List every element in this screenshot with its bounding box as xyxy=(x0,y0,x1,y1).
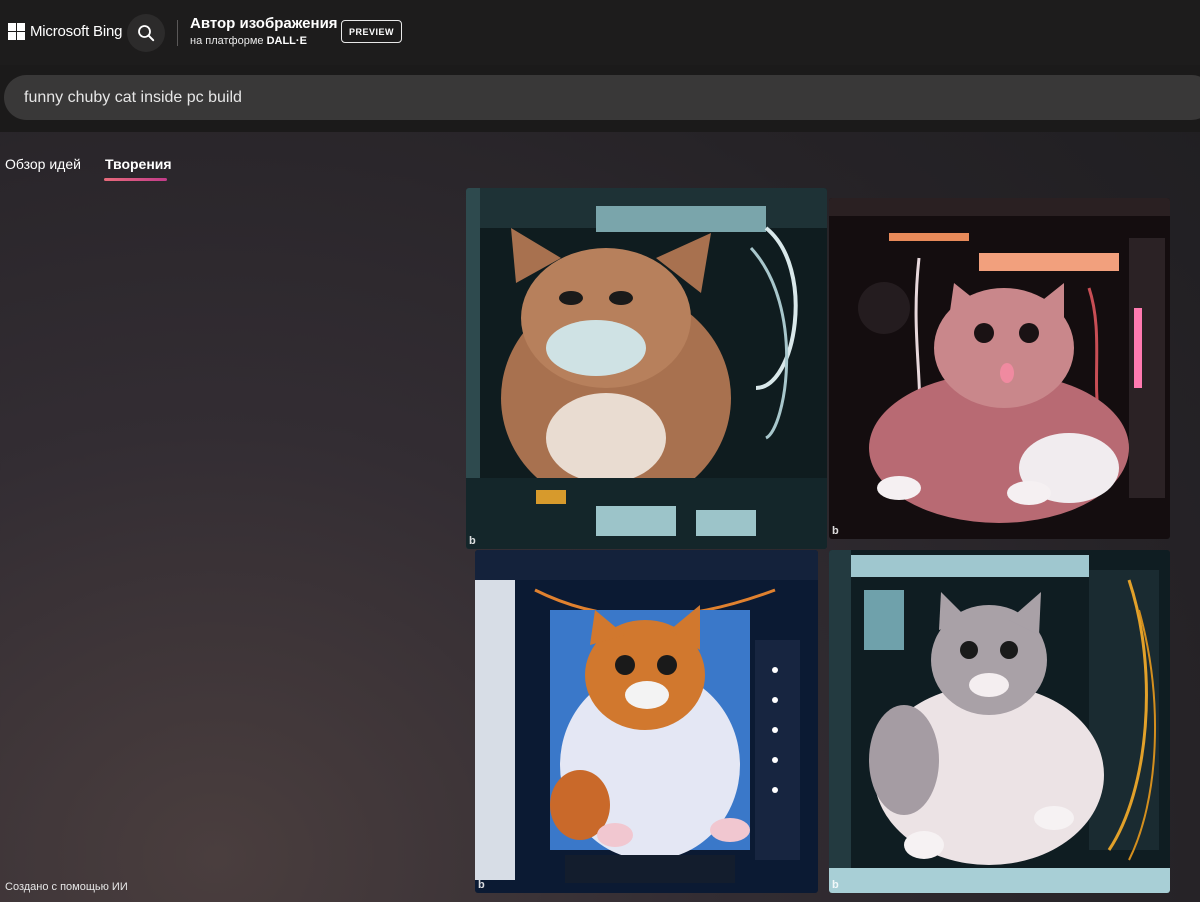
microsoft-logo-icon xyxy=(8,23,25,40)
prompt-input[interactable] xyxy=(4,75,1200,120)
tab-creations[interactable]: Творения xyxy=(105,156,172,172)
page-title: Автор изображения xyxy=(190,15,338,32)
ai-disclaimer: Создано с помощью ИИ xyxy=(5,881,128,893)
subtitle-brand: DALL·E xyxy=(266,35,307,47)
generated-image-4[interactable]: b xyxy=(829,550,1170,893)
generated-image-1[interactable]: b xyxy=(466,188,827,549)
subtitle-prefix: на платформе xyxy=(190,35,264,47)
search-icon xyxy=(138,25,155,42)
bing-watermark-icon: b xyxy=(478,879,485,891)
bing-watermark-icon: b xyxy=(832,525,839,537)
page-subtitle: на платформе DALL·E xyxy=(190,35,307,47)
bing-watermark-icon: b xyxy=(832,879,839,891)
search-button[interactable] xyxy=(127,14,165,52)
cat-image-4 xyxy=(829,550,1170,893)
tab-explore-ideas[interactable]: Обзор идей xyxy=(5,156,81,172)
logo-text: Microsoft Bing xyxy=(30,23,123,40)
preview-badge[interactable]: PREVIEW xyxy=(341,20,402,43)
active-tab-indicator xyxy=(104,178,167,181)
bing-watermark-icon: b xyxy=(469,535,476,547)
cat-image-3 xyxy=(475,550,818,893)
cat-image-2 xyxy=(829,198,1170,539)
top-header: Microsoft Bing Автор изображения на плат… xyxy=(0,0,1200,65)
header-divider xyxy=(177,20,178,46)
generated-image-3[interactable]: b xyxy=(475,550,818,893)
prompt-bar xyxy=(0,65,1200,132)
bing-logo[interactable]: Microsoft Bing xyxy=(8,23,122,40)
generated-image-2[interactable]: b xyxy=(829,198,1170,539)
cat-image-1 xyxy=(466,188,827,549)
